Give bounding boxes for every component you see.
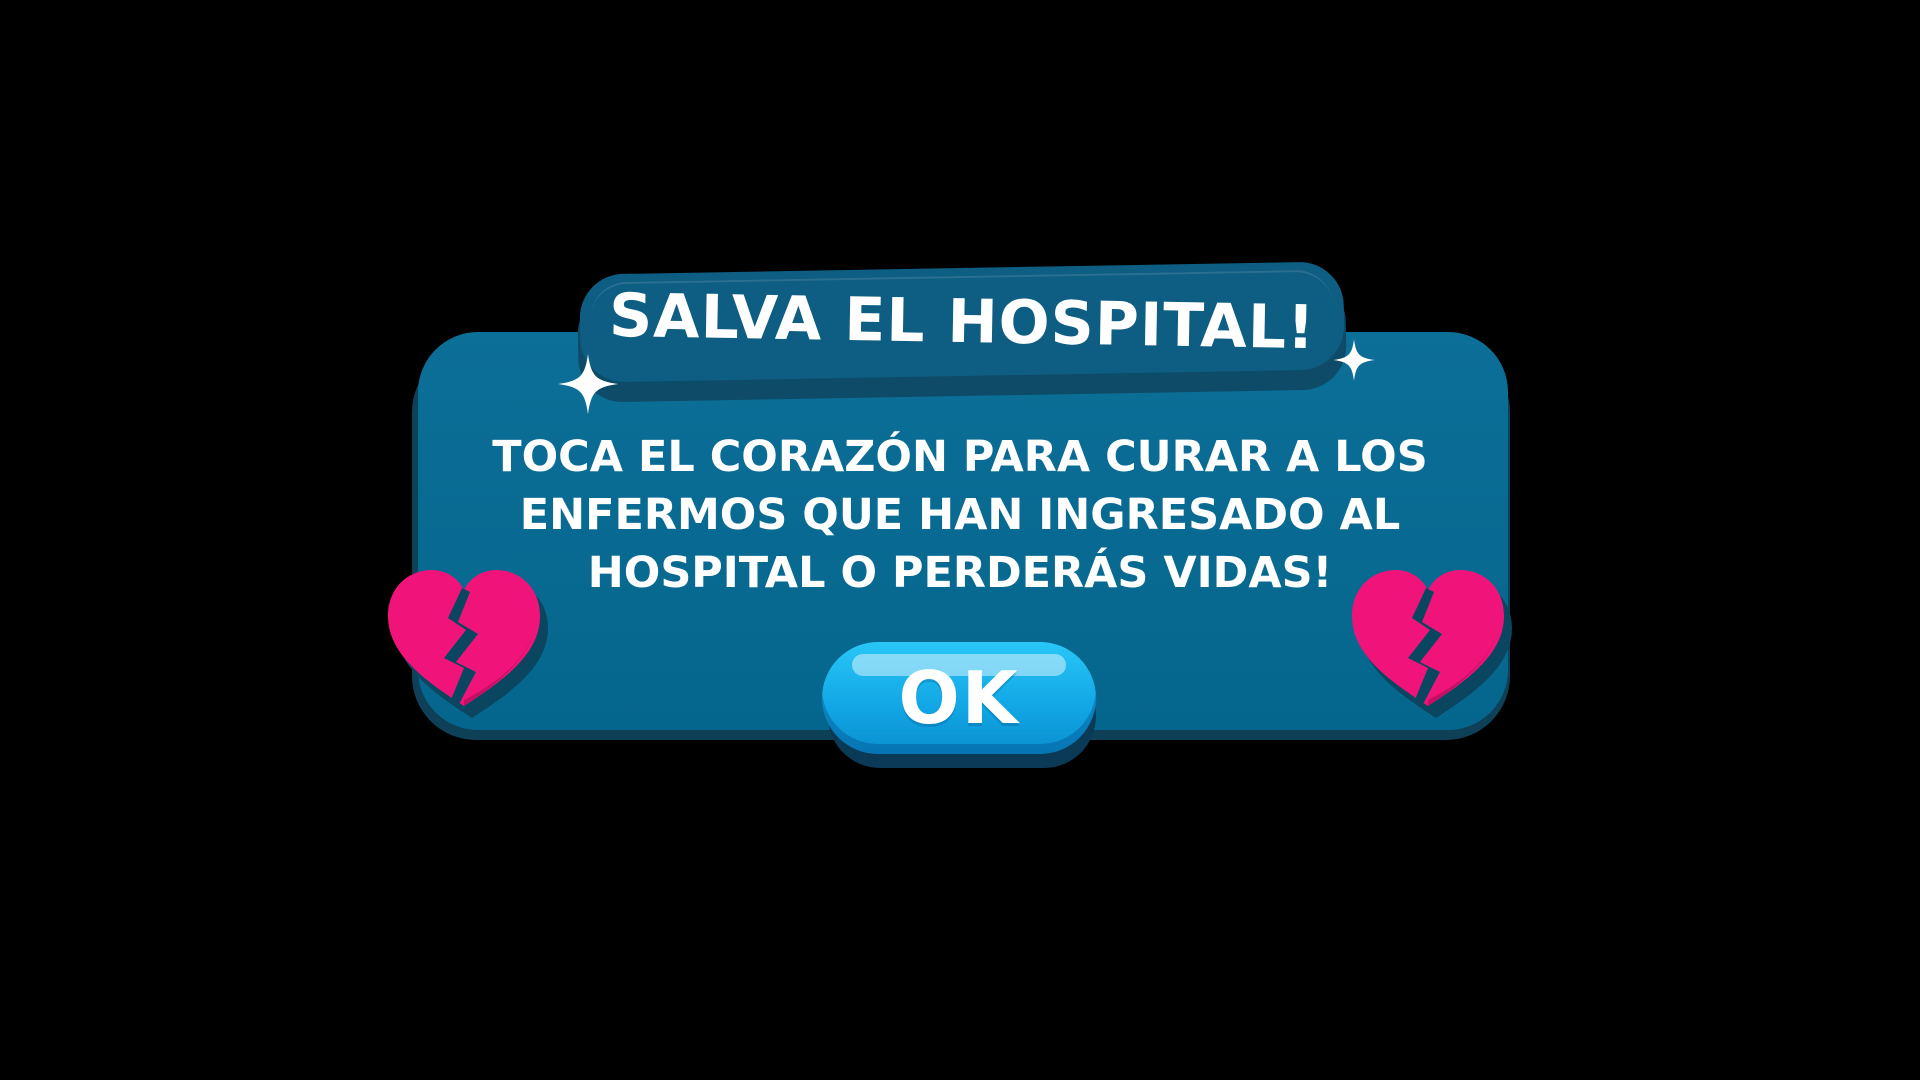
message-line: TOCA EL CORAZÓN PARA CURAR A LOS [492,432,1428,482]
broken-heart-icon [1352,570,1512,718]
message-line: ENFERMOS QUE HAN INGRESADO AL [519,490,1401,540]
sparkle-icon [558,354,618,414]
ok-button-label: OK [898,656,1020,740]
sparkle-icon [1333,339,1375,381]
dialog-message: TOCA EL CORAZÓN PARA CURAR A LOS ENFERMO… [450,428,1470,602]
title-banner: SALVA EL HOSPITAL! [579,261,1345,383]
broken-heart-icon [388,570,548,718]
message-line: HOSPITAL O PERDERÁS VIDAS! [587,548,1333,598]
dialog-title: SALVA EL HOSPITAL! [608,280,1316,364]
ok-button[interactable]: OK [822,642,1096,754]
